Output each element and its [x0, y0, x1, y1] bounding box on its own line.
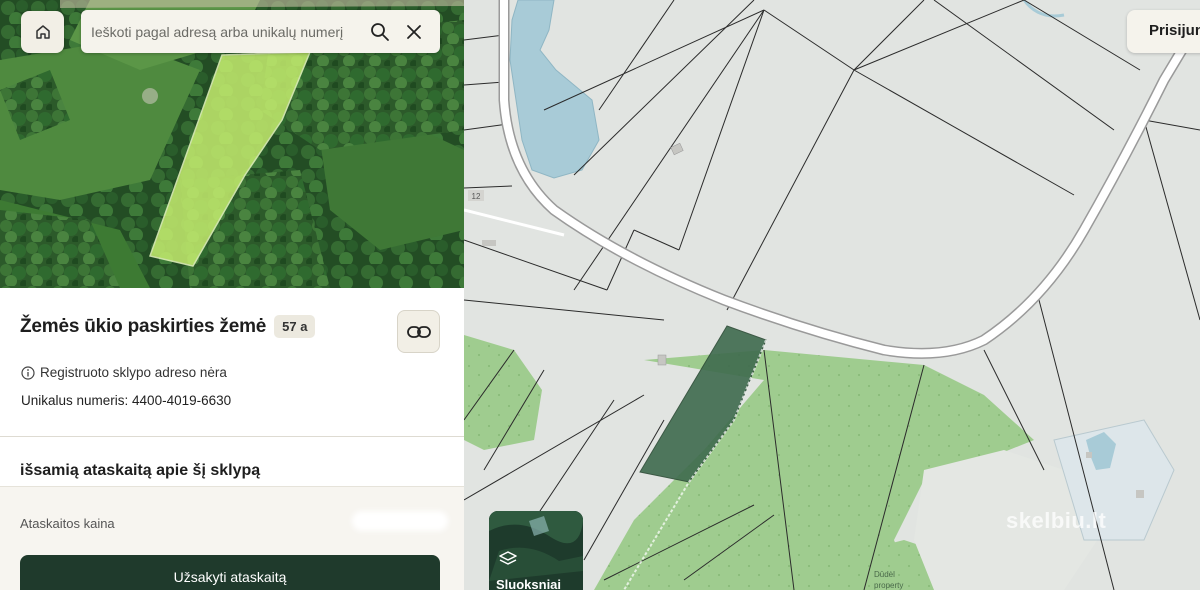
title-row: Žemės ūkio paskirties žemė 57 a	[20, 315, 316, 338]
order-footer: Ataskaitos kaina Užsakyti ataskaitą	[0, 486, 464, 590]
layers-label: Sluoksniai	[496, 577, 562, 590]
road-number-label: 12	[472, 192, 481, 201]
place-label: Dūdėl	[874, 570, 895, 579]
home-button[interactable]	[21, 11, 64, 53]
search-input[interactable]	[91, 23, 363, 40]
parcel-title: Žemės ūkio paskirties žemė	[20, 315, 267, 337]
close-icon	[407, 24, 421, 39]
search-button[interactable]	[363, 15, 397, 49]
copy-link-button[interactable]	[397, 310, 440, 353]
unique-number: Unikalus numeris: 4400-4019-6630	[21, 393, 232, 408]
layers-icon	[499, 551, 517, 565]
layers-button[interactable]: Sluoksniai	[489, 511, 583, 590]
link-icon	[406, 325, 431, 338]
price-label: Ataskaitos kaina	[20, 516, 115, 531]
address-note: Registruoto sklypo adreso nėra	[40, 365, 227, 380]
aerial-photo[interactable]	[0, 0, 464, 288]
price-value-blurred	[352, 511, 448, 531]
order-report-button[interactable]: Užsakyti ataskaitą	[20, 555, 440, 590]
search-bar	[81, 10, 440, 53]
clear-search-button[interactable]	[397, 15, 431, 49]
map-canvas: 12 Dūdėl property	[464, 0, 1200, 590]
place-label-2: property	[874, 581, 903, 590]
address-note-row: Registruoto sklypo adreso nėra	[21, 365, 227, 380]
divider	[0, 436, 464, 437]
cadastral-map[interactable]: 12 Dūdėl property Prisijungti skelbiu.lt…	[464, 0, 1200, 590]
home-icon	[35, 25, 50, 39]
watermark: skelbiu.lt	[1006, 508, 1107, 533]
login-button[interactable]: Prisijungti	[1127, 10, 1200, 53]
search-icon	[371, 22, 389, 41]
info-icon	[21, 365, 35, 380]
area-badge: 57 a	[274, 315, 316, 338]
report-heading: išsamią ataskaitą apie šį sklypą	[20, 462, 261, 479]
parcel-panel: Žemės ūkio paskirties žemė 57 a Registru…	[0, 0, 464, 590]
